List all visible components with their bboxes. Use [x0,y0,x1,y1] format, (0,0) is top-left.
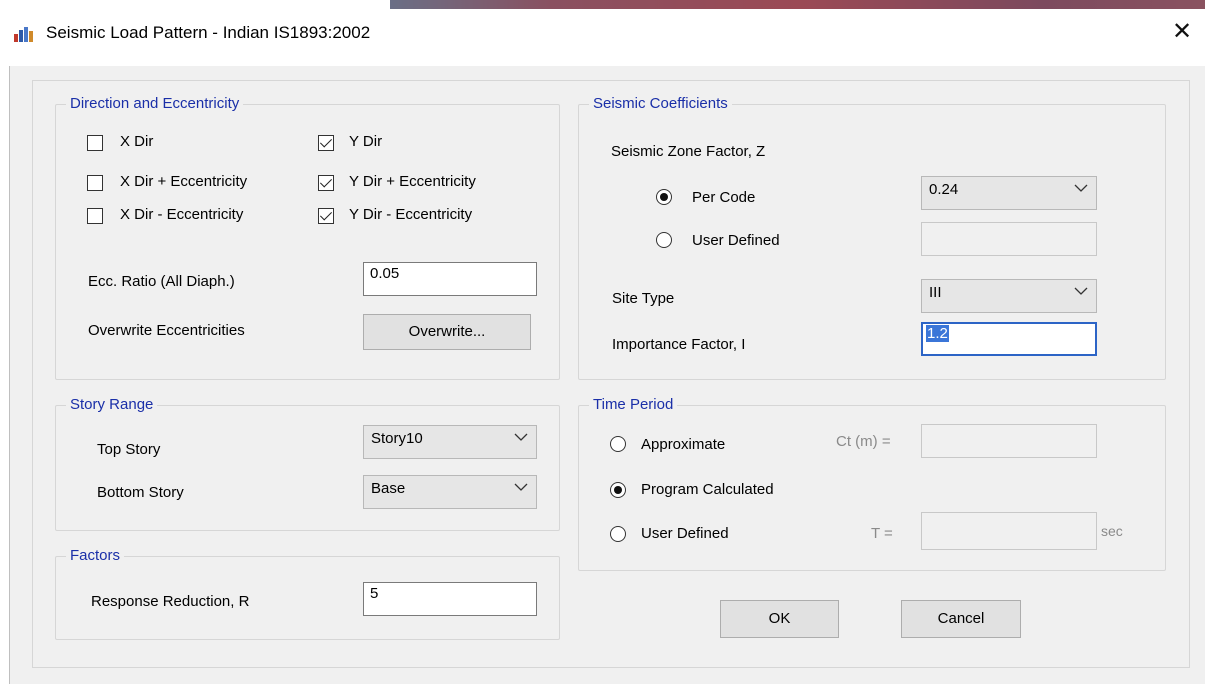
window-title: Seismic Load Pattern - Indian IS1893:200… [46,23,371,42]
period-user-defined-label: User Defined [641,525,729,542]
t-input[interactable] [921,512,1097,550]
x-dir-label: X Dir [120,133,154,150]
cancel-button[interactable]: Cancel [901,600,1021,638]
zone-user-defined-label: User Defined [692,232,780,249]
ecc-ratio-input[interactable]: 0.05 [363,262,537,296]
zone-factor-dropdown[interactable]: 0.24 [921,176,1097,210]
site-type-value: III [929,284,942,301]
y-dir-plus-ecc-label: Y Dir + Eccentricity [349,173,476,190]
top-story-label: Top Story [97,441,161,458]
zone-user-defined-input[interactable] [921,222,1097,256]
response-reduction-label: Response Reduction, R [91,593,250,610]
ct-input[interactable] [921,424,1097,458]
bottom-story-dropdown[interactable]: Base [363,475,537,509]
approximate-radio[interactable] [610,436,626,452]
program-calculated-label: Program Calculated [641,481,774,498]
chevron-down-icon [1074,287,1088,295]
ct-label: Ct (m) = [836,433,891,450]
importance-factor-input[interactable]: 1.2 [921,322,1097,356]
etabs-building-icon [14,27,33,42]
y-dir-label: Y Dir [349,133,383,150]
x-dir-plus-ecc-label: X Dir + Eccentricity [120,173,248,190]
x-dir-plus-ecc-checkbox[interactable] [87,175,103,191]
per-code-label: Per Code [692,189,756,206]
x-dir-minus-ecc-checkbox[interactable] [87,208,103,224]
story-range-legend: Story Range [66,396,158,414]
zone-factor-value: 0.24 [929,181,959,198]
bottom-story-label: Bottom Story [97,484,184,501]
importance-factor-value: 1.2 [926,325,949,342]
direction-eccentricity-legend: Direction and Eccentricity [66,95,244,113]
per-code-radio[interactable] [656,189,672,205]
x-dir-minus-ecc-label: X Dir - Eccentricity [120,206,244,223]
factors-legend: Factors [66,547,125,565]
time-period-legend: Time Period [589,396,678,414]
period-user-defined-radio[interactable] [610,526,626,542]
program-calculated-radio[interactable] [610,482,626,498]
y-dir-minus-ecc-label: Y Dir - Eccentricity [349,206,473,223]
response-reduction-input[interactable]: 5 [363,582,537,616]
site-type-dropdown[interactable]: III [921,279,1097,313]
top-story-value: Story10 [371,430,423,447]
top-story-dropdown[interactable]: Story10 [363,425,537,459]
chevron-down-icon [1074,184,1088,192]
overwrite-button[interactable]: Overwrite... [363,314,531,350]
bottom-story-value: Base [371,480,406,497]
story-range-group: Story Range [55,396,560,531]
seismic-zone-label: Seismic Zone Factor, Z [611,143,766,160]
x-dir-checkbox[interactable] [87,135,103,151]
y-dir-plus-ecc-checkbox[interactable] [318,175,334,191]
site-type-label: Site Type [612,290,675,307]
close-icon[interactable]: ✕ [1166,17,1198,47]
background-window-strip [390,0,1205,9]
overwrite-ecc-label: Overwrite Eccentricities [88,322,245,339]
t-unit-label: sec [1101,523,1123,539]
y-dir-checkbox[interactable] [318,135,334,151]
importance-factor-label: Importance Factor, I [612,336,746,353]
y-dir-minus-ecc-checkbox[interactable] [318,208,334,224]
ecc-ratio-label: Ecc. Ratio (All Diaph.) [88,273,235,290]
seismic-coefficients-legend: Seismic Coefficients [589,95,732,113]
ok-button[interactable]: OK [720,600,839,638]
approximate-label: Approximate [641,436,726,453]
zone-user-defined-radio[interactable] [656,232,672,248]
chevron-down-icon [514,433,528,441]
chevron-down-icon [514,483,528,491]
t-label: T = [871,525,893,542]
